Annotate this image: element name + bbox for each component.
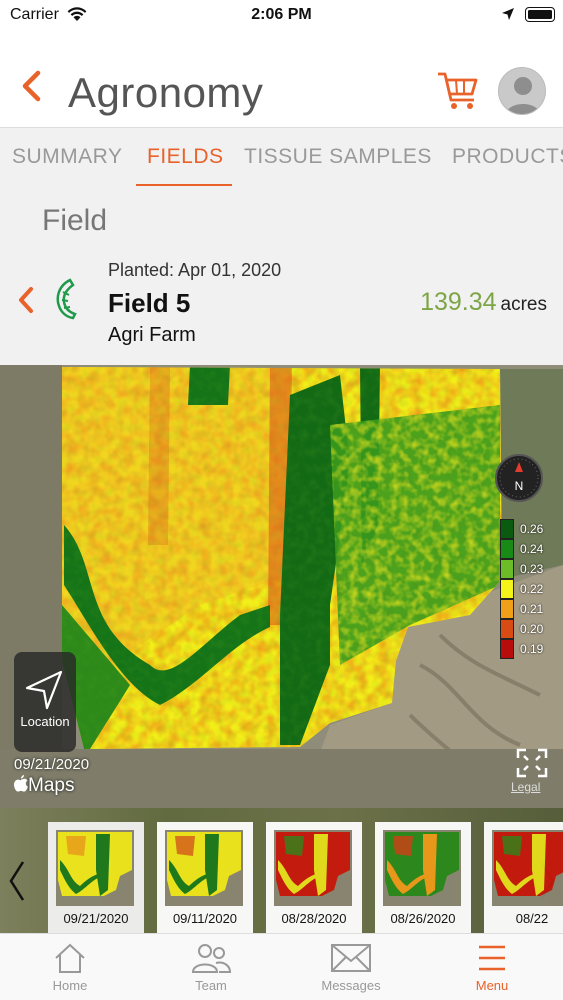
navigation-arrow-icon	[25, 670, 63, 710]
page-title: Agronomy	[68, 69, 264, 116]
planted-date: Planted: Apr 01, 2020	[108, 260, 282, 280]
thumbnail-date: 08/28/2020	[281, 911, 347, 926]
tab-team[interactable]: Team	[166, 942, 256, 993]
compass-icon[interactable]: N	[495, 454, 543, 502]
home-icon	[55, 943, 85, 973]
legend-label: 0.26	[520, 522, 544, 536]
thumbnail-date: 08/22	[515, 911, 549, 926]
tab-menu-label: Menu	[475, 978, 509, 993]
acres-value: 139.34	[420, 288, 497, 316]
team-icon	[191, 944, 232, 973]
acres-unit: acres	[500, 294, 547, 315]
legend-swatch	[500, 639, 514, 659]
location-button[interactable]: Location	[14, 652, 76, 752]
imagery-thumbnail[interactable]: 09/11/2020	[157, 822, 253, 933]
legend-swatch	[500, 599, 514, 619]
thumbnail-map-image	[165, 830, 243, 906]
tab-messages-label: Messages	[321, 978, 381, 993]
maps-attribution: Maps	[14, 775, 74, 797]
field-acreage: 139.34 acres	[420, 288, 547, 317]
location-label: Location	[20, 714, 70, 729]
tab-menu[interactable]: Menu	[447, 942, 537, 993]
field-name: Field 5	[108, 288, 191, 318]
battery-icon	[525, 7, 555, 22]
legend-label: 0.21	[520, 602, 544, 616]
imagery-thumbnail[interactable]: 08/22	[484, 822, 563, 933]
field-info-panel: SUMMARY FIELDS TISSUE SAMPLES PRODUCTS F…	[0, 127, 563, 365]
legend-swatch	[500, 539, 514, 559]
field-shape-icon	[54, 278, 78, 325]
previous-field-chevron-icon[interactable]	[16, 286, 36, 319]
thumbnail-date: 09/21/2020	[63, 911, 129, 926]
field-map[interactable]	[0, 365, 563, 808]
legend-label: 0.24	[520, 542, 544, 556]
imagery-thumbnail[interactable]: 09/21/2020	[48, 822, 144, 933]
avatar[interactable]	[498, 67, 546, 115]
farm-name: Agri Farm	[108, 324, 196, 346]
compass-north-label: N	[515, 479, 524, 493]
tab-tissue-samples[interactable]: TISSUE SAMPLES	[244, 145, 432, 169]
ndvi-map-image	[0, 365, 563, 808]
thumbnail-map-image	[56, 830, 134, 906]
tab-team-label: Team	[195, 978, 227, 993]
apple-logo-icon	[14, 775, 28, 792]
legend-label: 0.22	[520, 582, 544, 596]
legend-label: 0.23	[520, 562, 544, 576]
active-tab-indicator	[136, 184, 232, 186]
legend-swatch	[500, 559, 514, 579]
tab-home-label: Home	[52, 978, 88, 993]
status-bar: Carrier 2:06 PM	[0, 0, 563, 30]
legal-link[interactable]: Legal	[511, 780, 540, 794]
tab-bar-top: SUMMARY FIELDS TISSUE SAMPLES PRODUCTS	[0, 128, 563, 188]
clock: 2:06 PM	[251, 6, 312, 23]
thumbnail-map-image	[383, 830, 461, 906]
fullscreen-icon[interactable]	[516, 748, 548, 783]
bottom-tab-bar: Home Team Messages Menu	[0, 933, 563, 1000]
cart-icon[interactable]	[436, 68, 480, 117]
legend-swatch	[500, 619, 514, 639]
map-date: 09/21/2020	[14, 756, 90, 773]
section-heading: Field	[42, 204, 108, 237]
maps-label: Maps	[28, 775, 75, 796]
thumbnail-date: 09/11/2020	[172, 911, 238, 926]
tab-fields[interactable]: FIELDS	[147, 145, 224, 169]
thumbnail-map-image	[274, 830, 352, 906]
hamburger-menu-icon	[479, 945, 505, 971]
tab-messages[interactable]: Messages	[306, 942, 396, 993]
legend-swatch	[500, 519, 514, 539]
strip-left-chevron-icon[interactable]	[6, 858, 28, 909]
legend-swatch	[500, 579, 514, 599]
thumbnail-map-image	[492, 830, 563, 906]
imagery-thumbnail[interactable]: 08/28/2020	[266, 822, 362, 933]
imagery-thumbnail[interactable]: 08/26/2020	[375, 822, 471, 933]
thumbnail-date: 08/26/2020	[390, 911, 456, 926]
tab-home[interactable]: Home	[25, 942, 115, 993]
tab-summary[interactable]: SUMMARY	[12, 145, 122, 169]
app-header: Agronomy	[0, 55, 563, 127]
back-chevron-icon[interactable]	[18, 69, 44, 108]
envelope-icon	[331, 944, 371, 972]
tab-products[interactable]: PRODUCTS	[452, 145, 563, 169]
location-arrow-icon	[501, 7, 515, 26]
legend-label: 0.20	[520, 622, 544, 636]
legend-label: 0.19	[520, 642, 544, 656]
